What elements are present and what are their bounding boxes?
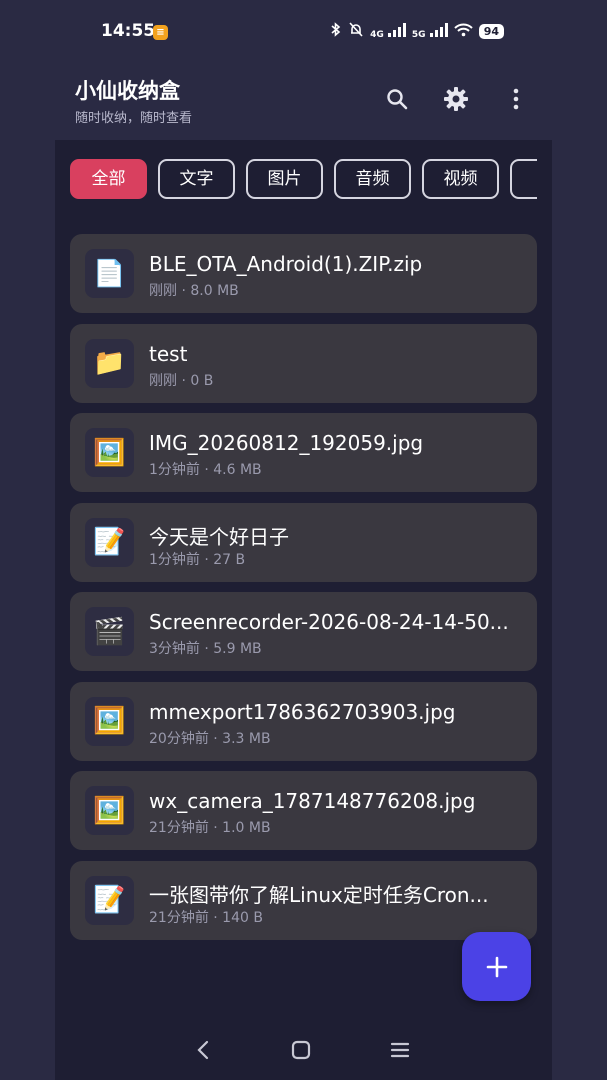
video-icon: 🎬 (85, 607, 134, 656)
item-name: BLE_OTA_Android(1).ZIP.zip (149, 252, 423, 276)
image-icon: 🖼️ (85, 696, 134, 746)
wifi-icon (453, 23, 473, 41)
app-title: 小仙收纳盒 (75, 79, 180, 103)
list-item[interactable]: 🎬 Screenrecorder-2026-08-24-14-50... 3分钟… (70, 592, 537, 671)
list-item[interactable]: 📁 test 刚刚 · 0 B (70, 323, 537, 403)
item-meta: 1分钟前 · 4.6 MB (149, 462, 262, 478)
gear-icon[interactable] (439, 82, 473, 116)
mute-icon (348, 22, 364, 41)
item-meta: 刚刚 · 0 B (149, 372, 214, 389)
item-meta: 刚刚 · 8.0 MB (149, 283, 239, 299)
item-meta: 20分钟前 · 3.3 MB (149, 730, 271, 747)
list-item[interactable]: 🖼️ mmexport1786362703903.jpg 20分钟前 · 3.3… (70, 681, 537, 761)
menu-icon[interactable] (384, 1034, 416, 1066)
item-name: mmexport1786362703903.jpg (149, 699, 456, 724)
tab-image[interactable]: 图片 (246, 159, 323, 199)
search-icon[interactable] (380, 82, 414, 116)
notification-badge-icon: ≡ (153, 25, 168, 40)
image-icon: 🖼️ (85, 428, 134, 477)
item-meta: 1分钟前 · 27 B (149, 551, 246, 568)
system-nav-bar (55, 1020, 552, 1080)
list-item[interactable]: 📝 一张图带你了解Linux定时任务Cron... 21分钟前 · 140 B (70, 860, 537, 940)
signal-icon: 4G (370, 22, 406, 41)
folder-icon: 📁 (85, 338, 134, 388)
status-time: 14:55 (101, 21, 156, 41)
item-name: test (149, 341, 188, 366)
document-icon: 📄 (85, 249, 134, 298)
item-meta: 21分钟前 · 140 B (149, 909, 263, 926)
item-meta: 3分钟前 · 5.9 MB (149, 641, 262, 657)
tab-text[interactable]: 文字 (158, 159, 235, 199)
tab-audio[interactable]: 音频 (334, 159, 411, 199)
item-name: 今天是个好日子 (149, 524, 289, 549)
item-name: IMG_20260812_192059.jpg (149, 431, 424, 455)
image-icon: 🖼️ (85, 786, 134, 835)
memo-icon: 📝 (85, 875, 134, 925)
tab-video[interactable]: 视频 (422, 159, 499, 199)
list-item[interactable]: 📄 BLE_OTA_Android(1).ZIP.zip 刚刚 · 8.0 MB (70, 234, 537, 313)
item-name: Screenrecorder-2026-08-24-14-50... (149, 610, 509, 634)
status-bar: 14:55 ≡ 4G 5G 94 (55, 0, 552, 62)
back-icon[interactable] (187, 1034, 219, 1066)
list-item[interactable]: 🖼️ wx_camera_1787148776208.jpg 21分钟前 · 1… (70, 771, 537, 850)
plus-icon (486, 956, 507, 977)
add-button[interactable] (462, 932, 531, 1001)
app-subtitle: 随时收纳，随时查看 (75, 111, 193, 126)
item-name: 一张图带你了解Linux定时任务Cron... (149, 882, 489, 907)
item-name: wx_camera_1787148776208.jpg (149, 789, 476, 813)
tab-all[interactable]: 全部 (70, 159, 147, 199)
signal-icon: 5G (412, 22, 448, 41)
app-bar: 小仙收纳盒 随时收纳，随时查看 (55, 62, 552, 140)
battery-icon: 94 (478, 24, 504, 39)
memo-icon: 📝 (85, 517, 134, 567)
more-vertical-icon[interactable] (499, 82, 533, 116)
bluetooth-icon (330, 22, 342, 41)
list-item[interactable]: 🖼️ IMG_20260812_192059.jpg 1分钟前 · 4.6 MB (70, 413, 537, 492)
status-icons: 4G 5G 94 (330, 22, 504, 41)
item-meta: 21分钟前 · 1.0 MB (149, 820, 271, 836)
category-tabs: 全部文字图片音频视频文 (70, 159, 537, 199)
list-item[interactable]: 📝 今天是个好日子 1分钟前 · 27 B (70, 502, 537, 582)
home-icon[interactable] (285, 1034, 317, 1066)
tab-document[interactable]: 文 (510, 159, 537, 199)
item-list: 📄 BLE_OTA_Android(1).ZIP.zip 刚刚 · 8.0 MB… (70, 234, 537, 950)
